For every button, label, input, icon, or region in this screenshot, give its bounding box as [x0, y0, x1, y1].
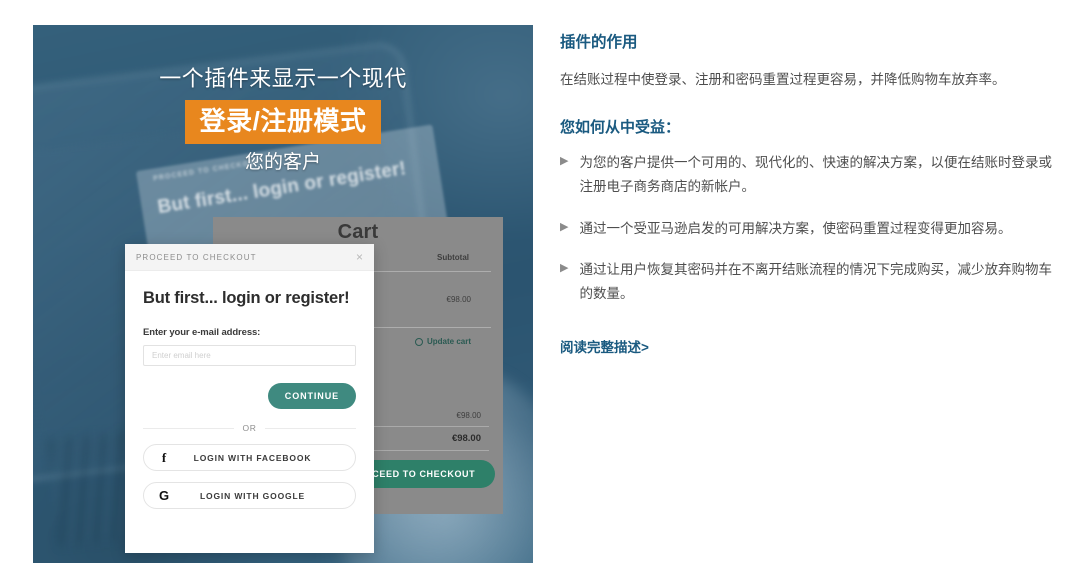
spinner-icon	[414, 337, 423, 346]
cart-page-title: Cart	[337, 221, 379, 243]
continue-button[interactable]: CONTINUE	[267, 383, 356, 410]
promo-headline-line-3: 您的客户	[244, 151, 321, 173]
login-with-google-button[interactable]: G LOGIN WITH GOOGLE	[143, 482, 356, 510]
google-icon: G	[158, 488, 170, 504]
login-with-facebook-label: LOGIN WITH FACEBOOK	[193, 452, 312, 463]
list-item-text: 为您的客户提供一个可用的、现代化的、快速的解决方案，以便在结账时登录或注册电子商…	[579, 155, 1052, 194]
or-label: OR	[242, 423, 257, 434]
modal-header: PROCEED TO CHECKOUT ×	[125, 244, 374, 271]
modal-body: But first... login or register! Enter yo…	[125, 271, 374, 510]
description-column: 插件的作用 在结账过程中使登录、注册和密码重置过程更容易，并降低购物车放弃率。 …	[560, 33, 1065, 357]
list-item: ▶ 通过一个受亚马逊启发的可用解决方案，使密码重置过程变得更加容易。	[560, 217, 1065, 241]
triangle-bullet-icon: ▶	[560, 155, 569, 168]
cart-total-value: €98.00	[451, 433, 481, 444]
login-with-google-label: LOGIN WITH GOOGLE	[199, 490, 306, 501]
list-item-text: 通过一个受亚马逊启发的可用解决方案，使密码重置过程变得更加容易。	[579, 220, 1012, 236]
section-paragraph-purpose: 在结账过程中使登录、注册和密码重置过程更容易，并降低购物车放弃率。	[560, 72, 1006, 88]
promo-headline-line-1: 一个插件来显示一个现代	[159, 66, 407, 91]
cart-subtotal-value: €98.00	[456, 411, 481, 420]
email-field-label: Enter your e-mail address:	[143, 327, 261, 339]
divider-line-left	[143, 427, 234, 429]
section-heading-purpose: 插件的作用	[560, 34, 638, 51]
cart-row-subtotal: €98.00	[446, 295, 471, 304]
list-item-text: 通过让用户恢复其密码并在不离开结账流程的情况下完成购买，减少放弃购物车的数量。	[579, 262, 1052, 301]
read-full-description-link[interactable]: 阅读完整描述>	[560, 336, 649, 356]
modal-header-title: PROCEED TO CHECKOUT	[136, 252, 257, 262]
section-heading-benefits: 您如何从中受益：	[560, 118, 681, 136]
email-field[interactable]	[143, 345, 356, 367]
update-cart-label: Update cart	[426, 337, 471, 346]
continue-row: CONTINUE	[143, 383, 356, 410]
login-with-facebook-button[interactable]: f LOGIN WITH FACEBOOK	[143, 444, 356, 472]
login-register-modal: PROCEED TO CHECKOUT × But first... login…	[125, 244, 374, 553]
promo-image-panel: 一个插件来显示一个现代 登录/注册模式 您的客户 PROCEED TO CHEC…	[33, 25, 533, 563]
page-root: 一个插件来显示一个现代 登录/注册模式 您的客户 PROCEED TO CHEC…	[0, 0, 1081, 567]
cart-column-subtotal: Subtotal	[437, 253, 469, 262]
triangle-bullet-icon: ▶	[560, 262, 569, 275]
triangle-bullet-icon: ▶	[560, 220, 569, 233]
divider-line-right	[265, 427, 357, 429]
list-item: ▶ 通过让用户恢复其密码并在不离开结账流程的情况下完成购买，减少放弃购物车的数量…	[560, 258, 1065, 305]
promo-headline: 一个插件来显示一个现代 登录/注册模式 您的客户	[33, 65, 533, 175]
or-divider: OR	[143, 423, 357, 434]
facebook-icon: f	[161, 449, 167, 465]
benefits-list: ▶ 为您的客户提供一个可用的、现代化的、快速的解决方案，以便在结账时登录或注册电…	[560, 151, 1065, 305]
modal-title: But first... login or register!	[143, 289, 350, 307]
promo-headline-highlight: 登录/注册模式	[184, 99, 382, 144]
list-item: ▶ 为您的客户提供一个可用的、现代化的、快速的解决方案，以便在结账时登录或注册电…	[560, 151, 1065, 198]
promo-headline-highlight-wrap: 登录/注册模式	[33, 99, 533, 144]
close-icon[interactable]: ×	[356, 251, 363, 263]
